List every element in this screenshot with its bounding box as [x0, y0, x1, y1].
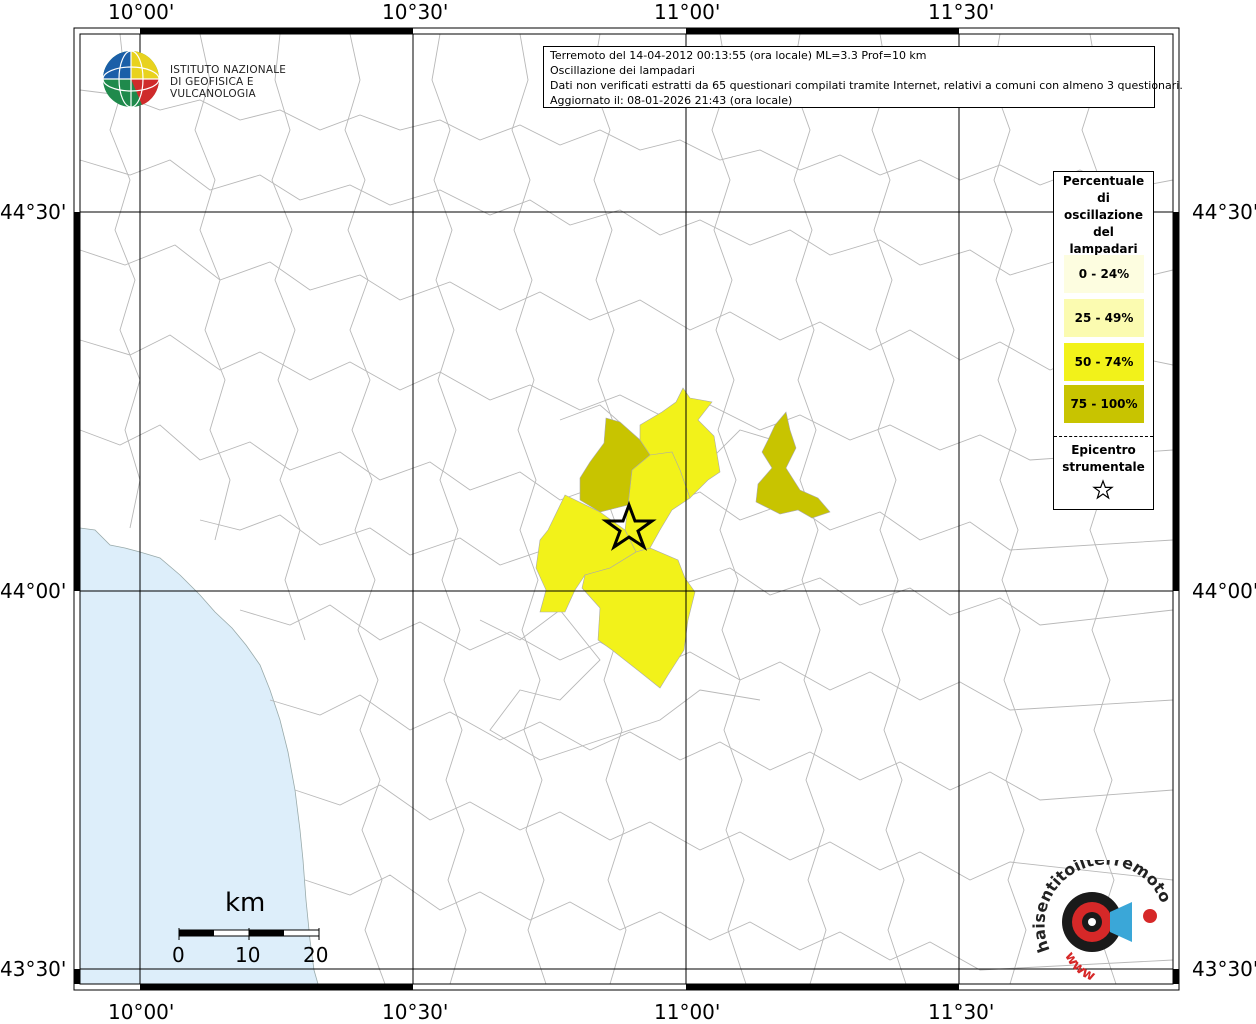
scale-tick-label: 0 [172, 943, 185, 967]
legend: Percentuale di oscillazione del lampadar… [1053, 171, 1154, 510]
axis-right-label: 44°30' [1192, 200, 1256, 224]
axis-right-label: 43°30' [1192, 957, 1256, 981]
axis-bottom-label: 11°00' [654, 1000, 721, 1024]
legend-epicenter-line: strumentale [1062, 460, 1145, 474]
axis-left-label: 43°30' [0, 957, 67, 981]
legend-title-line: di [1097, 191, 1110, 205]
scale-tick-label: 10 [235, 943, 261, 967]
scale-bar: km 0 10 20 [170, 888, 340, 978]
globe-icon [102, 50, 160, 108]
legend-title-line: del [1093, 225, 1114, 239]
axis-top-label: 11°00' [654, 0, 721, 24]
legend-item-0-24: 0 - 24% [1064, 255, 1144, 293]
target-icon: haisentitoilterremoto.it www [1026, 845, 1175, 985]
legend-title-line: oscillazione [1064, 208, 1143, 222]
event-title: Terremoto del 14-04-2012 00:13:55 (ora l… [550, 49, 927, 62]
legend-star-icon [1092, 479, 1114, 500]
legend-title-line: Percentuale [1062, 174, 1145, 188]
axis-left-label: 44°00' [0, 579, 67, 603]
event-info-box: Terremoto del 14-04-2012 00:13:55 (ora l… [543, 46, 1183, 108]
axis-top-label: 11°30' [928, 0, 995, 24]
legend-epicenter-line: Epicentro [1071, 443, 1136, 457]
axis-bottom-label: 10°30' [382, 1000, 449, 1024]
legend-item-75-100: 75 - 100% [1064, 385, 1144, 423]
haisentito-logo: haisentitoilterremoto.it www [1026, 845, 1180, 990]
axis-right-label: 44°00' [1192, 579, 1256, 603]
scale-tick-label: 20 [303, 943, 329, 967]
legend-separator [1054, 436, 1153, 437]
legend-title: Percentuale di oscillazione del lampadar… [1054, 173, 1153, 258]
axis-bottom-label: 10°00' [108, 1000, 175, 1024]
axis-top-label: 10°00' [108, 0, 175, 24]
ingv-logo: ISTITUTO NAZIONALE DI GEOFISICA E VULCAN… [102, 50, 322, 110]
svg-text:www: www [1061, 949, 1098, 985]
axis-bottom-label: 11°30' [928, 1000, 995, 1024]
watermark-www: www [1061, 949, 1098, 985]
legend-epicenter-label: Epicentro strumentale [1054, 442, 1153, 476]
legend-item-25-49: 25 - 49% [1064, 299, 1144, 337]
logo-line2: DI GEOFISICA E VULCANOLOGIA [170, 76, 256, 100]
axis-top-label: 10°30' [382, 0, 449, 24]
logo-line1: ISTITUTO NAZIONALE [170, 64, 287, 76]
map-subject: Oscillazione dei lampadari [550, 64, 695, 77]
legend-item-50-74: 50 - 74% [1064, 343, 1144, 381]
data-note: Dati non verificati estratti da 65 quest… [550, 79, 1183, 92]
axis-left-label: 44°30' [0, 200, 67, 224]
update-time: Aggiornato il: 08-01-2026 21:43 (ora loc… [550, 94, 793, 107]
scale-unit: km [225, 888, 266, 918]
